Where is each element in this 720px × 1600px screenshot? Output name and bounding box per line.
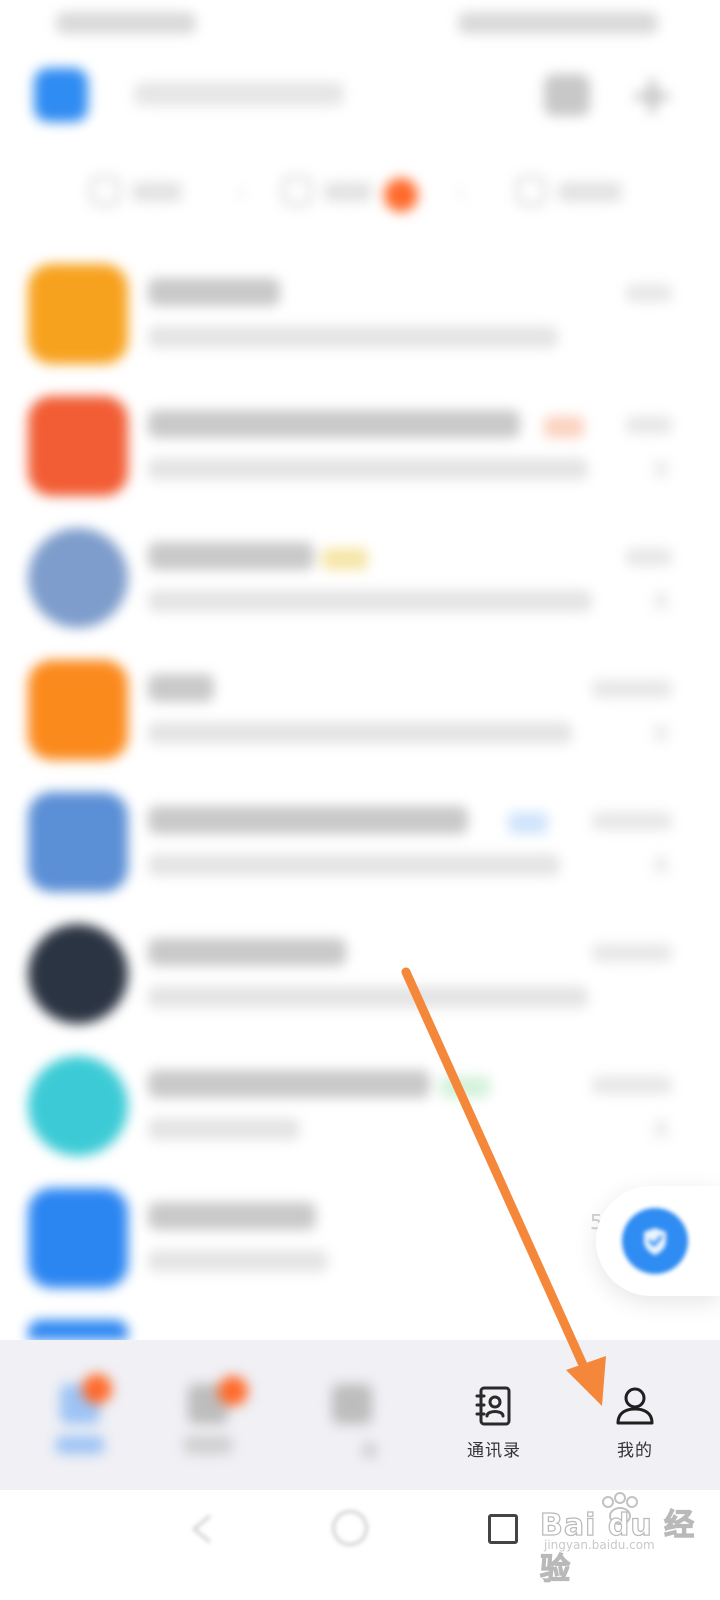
conversation-avatar bbox=[28, 528, 128, 628]
list-item[interactable] bbox=[0, 660, 720, 792]
organization-switcher[interactable] bbox=[134, 82, 344, 106]
nav-item-docs[interactable] bbox=[148, 1340, 268, 1490]
conversation-tag bbox=[440, 1076, 490, 1098]
conversation-preview bbox=[148, 458, 588, 480]
list-item[interactable] bbox=[0, 1056, 720, 1188]
conversation-time bbox=[626, 548, 672, 566]
list-item[interactable] bbox=[0, 528, 720, 660]
more-icon bbox=[654, 592, 668, 610]
list-item[interactable] bbox=[0, 396, 720, 528]
conversation-preview bbox=[148, 1250, 328, 1272]
conversation-preview bbox=[148, 722, 572, 744]
conversation-title bbox=[148, 938, 346, 966]
conversation-preview bbox=[148, 1118, 300, 1140]
list-item[interactable] bbox=[0, 792, 720, 924]
conversation-preview bbox=[148, 854, 560, 876]
conversation-tag bbox=[508, 812, 548, 834]
conversation-avatar bbox=[28, 1056, 128, 1156]
conversation-avatar bbox=[28, 924, 128, 1024]
conversation-time bbox=[592, 1076, 672, 1094]
nav-badge bbox=[218, 1376, 248, 1406]
conversation-preview bbox=[148, 986, 588, 1008]
conversation-title bbox=[148, 278, 280, 306]
conversation-title bbox=[148, 542, 314, 570]
conversation-preview bbox=[148, 326, 558, 348]
conversation-avatar bbox=[28, 1320, 128, 1340]
list-item[interactable] bbox=[0, 264, 720, 396]
conversation-preview bbox=[148, 590, 592, 612]
floating-button-container bbox=[596, 1186, 720, 1296]
more-icon bbox=[654, 460, 668, 478]
filter-tab-icon bbox=[516, 176, 546, 206]
home-icon[interactable] bbox=[332, 1510, 368, 1546]
filter-tab-icon bbox=[90, 176, 120, 206]
app-header bbox=[0, 56, 720, 136]
status-indicators bbox=[458, 12, 658, 34]
nav-badge bbox=[82, 1374, 112, 1404]
nav-label: 通讯录 bbox=[467, 1441, 521, 1461]
nav-item-workbench[interactable]: 台 bbox=[290, 1340, 410, 1490]
conversation-title bbox=[148, 1202, 316, 1230]
conversation-avatar bbox=[28, 660, 128, 760]
filter-tab-icon bbox=[282, 176, 312, 206]
watermark: Bai du 经验 jingyan.baidu.com bbox=[539, 1492, 710, 1588]
list-item[interactable] bbox=[0, 1320, 720, 1340]
shield-check-icon[interactable] bbox=[622, 1208, 688, 1274]
filter-tabs bbox=[0, 160, 720, 224]
bottom-navigation: 台 通讯录 我的 bbox=[0, 1340, 720, 1490]
conversation-title bbox=[148, 410, 520, 438]
filter-tab-label bbox=[558, 182, 622, 202]
nav-label bbox=[56, 1436, 104, 1454]
conversation-avatar bbox=[28, 264, 128, 364]
conversation-avatar bbox=[28, 396, 128, 496]
nav-label: 我的 bbox=[617, 1441, 653, 1461]
filter-tab-label bbox=[324, 182, 372, 202]
filter-tab-label bbox=[132, 182, 182, 202]
more-icon bbox=[654, 724, 668, 742]
status-time bbox=[56, 12, 196, 34]
conversation-title bbox=[148, 674, 214, 702]
more-icon bbox=[654, 856, 668, 874]
more-icon bbox=[654, 1120, 668, 1138]
conversation-time bbox=[592, 944, 672, 962]
nav-item-messages[interactable] bbox=[20, 1340, 140, 1490]
unread-badge bbox=[384, 178, 418, 212]
conversation-time bbox=[626, 416, 672, 434]
nav-label bbox=[184, 1436, 232, 1454]
conversation-avatar bbox=[28, 792, 128, 892]
contacts-book-icon bbox=[475, 1386, 511, 1426]
conversation-time bbox=[592, 812, 672, 830]
nav-item-me[interactable]: 我的 bbox=[575, 1340, 695, 1490]
square-icon[interactable] bbox=[488, 1514, 518, 1544]
person-icon bbox=[616, 1387, 654, 1425]
app-logo-icon[interactable] bbox=[34, 68, 88, 122]
conversation-avatar bbox=[28, 1188, 128, 1288]
nav-label: 台 bbox=[361, 1441, 379, 1461]
list-item[interactable] bbox=[0, 924, 720, 1056]
divider bbox=[240, 186, 243, 200]
conversation-tag bbox=[544, 416, 584, 438]
scan-icon[interactable] bbox=[544, 74, 590, 116]
conversation-title bbox=[148, 1070, 430, 1098]
conversation-tag bbox=[322, 548, 368, 570]
grid-icon bbox=[332, 1384, 372, 1424]
conversation-time bbox=[626, 284, 672, 302]
back-icon[interactable] bbox=[186, 1512, 220, 1546]
nav-item-contacts[interactable]: 通讯录 bbox=[434, 1340, 554, 1490]
watermark-url: jingyan.baidu.com bbox=[544, 1538, 655, 1552]
divider bbox=[460, 186, 463, 200]
status-bar bbox=[0, 0, 720, 48]
add-icon[interactable] bbox=[632, 76, 672, 116]
conversation-time bbox=[592, 680, 672, 698]
conversation-title bbox=[148, 806, 468, 834]
